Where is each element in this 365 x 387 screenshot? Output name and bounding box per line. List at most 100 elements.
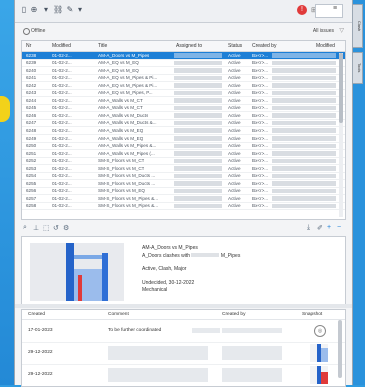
table-row[interactable]: 6253 01-02-2... SM-S_Floors vs M_CT Active B… bbox=[22, 165, 345, 173]
issue-number: 6252 bbox=[26, 158, 37, 164]
table-row[interactable]: 6241 01-02-2... AM-A_EQ vs M_Pipes & Pi...… bbox=[22, 75, 345, 83]
comment-date: 29-12-2022 bbox=[28, 350, 53, 355]
measure-icon[interactable]: ⊥ bbox=[33, 224, 39, 232]
table-row[interactable]: 6254 01-02-2... SM-S_Floors vs M_Ducts ...… bbox=[22, 173, 345, 181]
modified-date: 01-02-2... bbox=[52, 52, 72, 58]
issue-status: Active bbox=[228, 158, 241, 164]
column-header-created-by[interactable]: Created by bbox=[252, 43, 276, 49]
comment-snapshot-thumbnail[interactable] bbox=[310, 344, 328, 362]
table-row[interactable]: 6244 01-02-2... AM-A_Walls vs M_CT Active Bx… bbox=[22, 97, 345, 105]
redacted-modified-by bbox=[272, 113, 336, 118]
created-by: Bx<r>... bbox=[252, 97, 269, 103]
table-row[interactable]: 6242 01-02-2... AM-A_EQ vs M_Pipes & Pi...… bbox=[22, 82, 345, 90]
panel-splitter[interactable] bbox=[15, 304, 352, 308]
modified-date: 01-02-2... bbox=[52, 150, 72, 156]
table-row[interactable]: 6238 01-02-2... AM-A_Doors vs M_Pipes Activ… bbox=[22, 52, 345, 60]
reset-view-icon[interactable]: ↺ bbox=[53, 224, 59, 232]
created-by: Bx<r>... bbox=[252, 112, 269, 118]
comment-row[interactable]: 29-12-2022 bbox=[22, 364, 345, 386]
table-scrollbar-thumb[interactable] bbox=[339, 53, 343, 123]
table-row[interactable]: 6239 01-02-2... AM-A_EQ vs M_EQ Active Bx<r>… bbox=[22, 60, 345, 68]
column-header-status[interactable]: Status bbox=[228, 43, 242, 49]
table-row[interactable]: 6246 01-02-2... AM-A_Walls vs M_Ducts Activ… bbox=[22, 112, 345, 120]
table-row[interactable]: 6258 01-02-2... SM-S_Floors vs M_Pipes &..… bbox=[22, 203, 345, 211]
table-row[interactable]: 6255 01-02-2... SM-S_Floors vs M_Ducts ...… bbox=[22, 180, 345, 188]
modified-date: 01-02-2... bbox=[52, 112, 72, 118]
column-header-title[interactable]: Title bbox=[98, 43, 107, 49]
table-row[interactable]: 6240 01-02-2... AM-A_EQ vs M_EQ Active Bx<r>… bbox=[22, 67, 345, 75]
column-header-modified[interactable]: Modified bbox=[52, 43, 71, 49]
download-icon[interactable]: ⤓ bbox=[307, 224, 310, 232]
created-by: Bx<r>... bbox=[252, 60, 269, 66]
table-row[interactable]: 6248 01-02-2... AM-A_Walls vs M_EQ Active Bx… bbox=[22, 127, 345, 136]
table-row[interactable]: 6257 01-02-2... SM-S_Floors vs M_Pipes &..… bbox=[22, 195, 345, 203]
redacted-modified-by bbox=[272, 60, 336, 66]
toolbar: ▯ ⊕ ▾ ⛓ ✎ ▾ ! ⊞ ≡ bbox=[15, 0, 352, 23]
table-row[interactable]: 6251 01-02-2... AM-A_Walls vs M_Pipes (...… bbox=[22, 150, 345, 158]
warning-icon[interactable]: ! bbox=[297, 5, 307, 15]
filter-icon[interactable]: ▽ bbox=[339, 27, 344, 34]
issue-status: Active bbox=[228, 135, 241, 141]
table-row[interactable]: 6245 01-02-2... AM-A_Walls vs M_CT Active Bx… bbox=[22, 105, 345, 113]
redacted-author bbox=[222, 368, 282, 382]
comment-row[interactable]: 17-01-2023 To be further coordinated ◎ bbox=[22, 320, 345, 343]
table-row[interactable]: 6243 01-02-2... AM-A_EQ vs M_Pipes, P... Ac… bbox=[22, 90, 345, 98]
issues-window: ▯ ⊕ ▾ ⛓ ✎ ▾ ! ⊞ ≡ Offline All issues ▽ N… bbox=[14, 0, 353, 387]
clash-description: A_Doors clashes with M_Pipes bbox=[142, 252, 241, 259]
redacted-assignee bbox=[174, 158, 222, 164]
table-row[interactable]: 6256 01-02-2... SM-S_Floors vs M_EQ Active B… bbox=[22, 188, 345, 196]
issue-status: Active bbox=[228, 173, 241, 179]
issue-filter-select[interactable]: All issues bbox=[313, 28, 334, 34]
comment-row[interactable]: 29-12-2022 bbox=[22, 342, 345, 365]
modified-date: 01-02-2... bbox=[52, 67, 72, 73]
zoom-icon[interactable]: ⌕ bbox=[23, 224, 27, 232]
edit-icon[interactable]: ✎ bbox=[65, 5, 75, 15]
column-header-modified-by[interactable]: Modified bbox=[316, 43, 335, 49]
issue-number: 6251 bbox=[26, 150, 37, 156]
issue-number: 6255 bbox=[26, 180, 37, 186]
table-row[interactable]: 6247 01-02-2... AM-A_Walls vs M_Ducts &...… bbox=[22, 120, 345, 128]
comments-scrollbar[interactable] bbox=[338, 320, 342, 378]
issue-title: AM-A_Walls vs M_CT bbox=[98, 105, 143, 111]
created-by: Bx<r>... bbox=[252, 135, 269, 141]
comment-snapshot-thumbnail[interactable] bbox=[310, 366, 328, 384]
column-header-assigned[interactable]: Assigned to bbox=[176, 43, 202, 49]
issue-title: AM-A_Walls vs M_EQ bbox=[98, 135, 144, 141]
table-row[interactable]: 6249 01-02-2... AM-A_Walls vs M_EQ Active Bx… bbox=[22, 135, 345, 143]
remove-icon[interactable]: − bbox=[337, 224, 341, 231]
add-comment-icon[interactable]: + bbox=[327, 224, 331, 231]
issue-number: 6256 bbox=[26, 188, 37, 194]
issue-number: 6253 bbox=[26, 165, 37, 171]
issue-status: Active bbox=[228, 105, 241, 111]
add-icon[interactable]: ⊕ bbox=[29, 5, 39, 15]
redacted-modified-by bbox=[272, 188, 336, 194]
view-snapshot-icon[interactable]: ◎ bbox=[314, 325, 326, 337]
search-input[interactable] bbox=[315, 4, 343, 18]
redacted-modified-by bbox=[272, 166, 336, 171]
created-by: Bx<r>... bbox=[252, 52, 269, 58]
redacted-modified-by bbox=[272, 83, 336, 88]
document-icon[interactable]: ▯ bbox=[19, 5, 29, 15]
redacted-assignee bbox=[174, 128, 222, 133]
issue-title: SM-S_Floors vs M_Ducts ... bbox=[98, 173, 156, 179]
modified-date: 01-02-2... bbox=[52, 180, 72, 186]
redacted-assignee bbox=[174, 120, 222, 126]
table-row[interactable]: 6252 01-02-2... SM-S_Floors vs M_CT Active B… bbox=[22, 158, 345, 166]
section-box-icon[interactable]: ⬚ bbox=[43, 224, 50, 232]
dropdown-chevron-icon[interactable]: ▾ bbox=[41, 5, 51, 15]
settings-icon[interactable]: ⚙ bbox=[63, 224, 69, 232]
comments-table: Created Comment Created by Snapshot 17-0… bbox=[21, 309, 346, 387]
menu-icon[interactable]: ≡ bbox=[333, 5, 337, 12]
dropdown-chevron-icon[interactable]: ▾ bbox=[75, 5, 85, 15]
draw-icon[interactable]: ✐ bbox=[317, 224, 323, 232]
table-row[interactable]: 6250 01-02-2... AM-A_Walls vs M_Pipes &...… bbox=[22, 143, 345, 151]
redacted-comment bbox=[108, 368, 208, 382]
issue-status: Active bbox=[228, 195, 241, 201]
issue-title: AM-A_EQ vs M_EQ bbox=[98, 67, 139, 73]
link-icon[interactable]: ⛓ bbox=[53, 5, 63, 15]
column-header-nr[interactable]: Nr bbox=[26, 43, 31, 49]
redacted-modified-by bbox=[272, 105, 336, 111]
redacted-text bbox=[192, 328, 220, 333]
issue-title: AM-A_Doors vs M_Pipes bbox=[142, 245, 198, 251]
issue-snapshot-3d-view[interactable] bbox=[30, 243, 124, 301]
